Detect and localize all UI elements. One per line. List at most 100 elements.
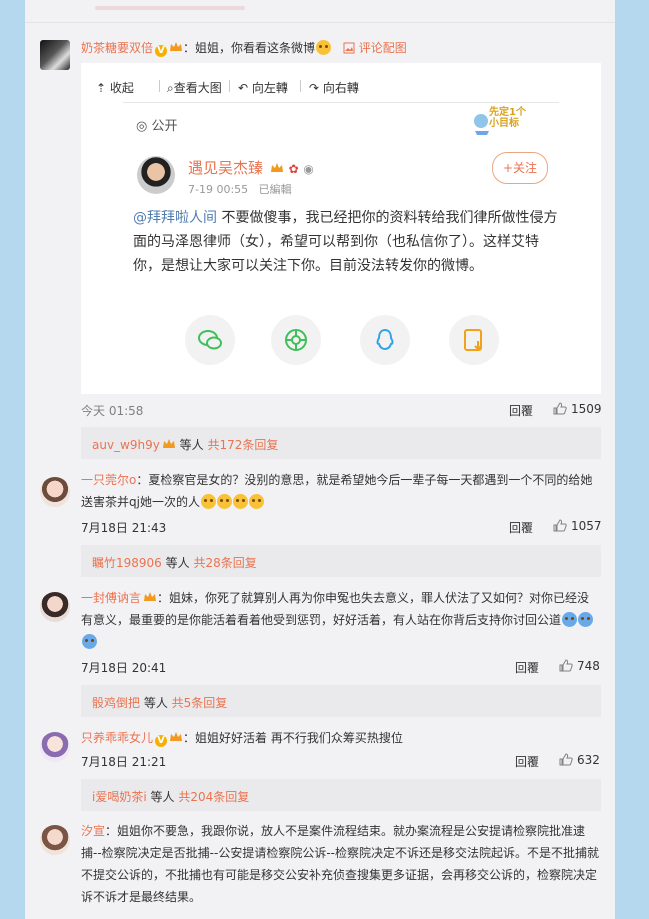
- username[interactable]: 汐宣: [81, 824, 105, 838]
- globe-icon: ◎: [136, 119, 148, 134]
- rotate-right-icon: ↷: [309, 81, 320, 95]
- save-image-button[interactable]: [449, 315, 499, 365]
- collapse-button[interactable]: ⇡ 收起: [96, 79, 134, 96]
- like-button[interactable]: 1509: [553, 402, 602, 416]
- like-count: 632: [577, 753, 600, 767]
- avatar[interactable]: [40, 592, 70, 622]
- follow-button[interactable]: +关注: [492, 152, 548, 184]
- like-button[interactable]: 632: [559, 753, 600, 767]
- username[interactable]: 奶茶糖要双倍: [81, 41, 153, 55]
- emoji-icon: [316, 40, 332, 55]
- crown-icon: [170, 42, 183, 51]
- sub-reply-user[interactable]: 瞩竹198906: [92, 556, 162, 570]
- comment-body: 只养乖乖女儿 V ：姐姐好好活着 再不行我们众筹买热搜位: [81, 727, 601, 749]
- like-count: 1057: [571, 519, 602, 533]
- badge-icon: ✿: [288, 162, 299, 176]
- reply-button[interactable]: 回覆: [509, 519, 533, 536]
- cry-emoji-icon: [200, 494, 216, 509]
- reply-count-link[interactable]: 共204条回复: [178, 790, 249, 804]
- like-button[interactable]: 748: [559, 659, 600, 673]
- avatar[interactable]: [40, 825, 70, 855]
- like-button[interactable]: 1057: [553, 519, 602, 533]
- comment-image-link[interactable]: 评论配图: [359, 41, 407, 55]
- hug-emoji-icon: [578, 612, 594, 627]
- sub-reply-user[interactable]: i爱喝奶茶i: [92, 790, 147, 804]
- thumb-up-icon: [553, 402, 567, 415]
- thumb-up-icon: [559, 659, 573, 672]
- username[interactable]: 只养乖乖女儿: [81, 731, 153, 745]
- qq-icon: [376, 328, 394, 351]
- crown-icon: [170, 732, 183, 741]
- comment-time: 7月18日 21:43: [81, 521, 167, 535]
- save-image-icon: [464, 329, 482, 351]
- sticker: 先定1个小目标: [473, 105, 533, 137]
- verified-icon: V: [155, 45, 168, 57]
- post-text: @拜拜啦人间 不要做傻事，我已经把你的资料转给我们律所做性侵方面的马泽恩律师（女…: [133, 210, 558, 274]
- username[interactable]: 一封傅讷言: [81, 591, 141, 605]
- image-icon: [343, 42, 355, 54]
- avatar[interactable]: [40, 40, 70, 70]
- reply-count-link[interactable]: 共5条回复: [172, 696, 228, 710]
- crown-icon: [270, 163, 283, 172]
- sub-replies[interactable]: 瞩竹198906 等人 共28条回复: [81, 545, 601, 577]
- top-edge: [25, 0, 615, 23]
- like-count: 1509: [571, 402, 602, 416]
- sub-reply-user[interactable]: auv_w9h9y: [92, 438, 160, 452]
- zoom-icon: ⌕: [167, 81, 174, 95]
- reply-count-link[interactable]: 共28条回复: [193, 556, 256, 570]
- crown-icon: [144, 592, 157, 601]
- like-count: 748: [577, 659, 600, 673]
- cry-emoji-icon: [248, 494, 264, 509]
- comment-time: 7月18日 21:21: [81, 755, 167, 769]
- reply-count-link[interactable]: 共172条回复: [208, 438, 279, 452]
- arrow-up-icon: ⇡: [96, 81, 107, 95]
- reply-button[interactable]: 回覆: [515, 753, 539, 770]
- sub-replies[interactable]: i爱喝奶茶i 等人 共204条回复: [81, 779, 601, 811]
- hug-emoji-icon: [562, 612, 578, 627]
- share-wechat-button[interactable]: [185, 315, 235, 365]
- post-author-avatar[interactable]: [137, 156, 175, 194]
- comment-text: ：姐姐，你看看这条微博: [183, 41, 316, 55]
- comment-body: 汐宣：姐姐你不要急，我跟你说，放人不是案件流程结束。就办案流程是公安提请检察院批…: [81, 820, 601, 908]
- reply-button[interactable]: 回覆: [515, 659, 539, 676]
- cry-emoji-icon: [232, 494, 248, 509]
- comment-text: ：夏检察官是女的？没别的意思，就是希望她今后一辈子每一天都遇到一个不同的给她送害…: [81, 473, 593, 509]
- thumb-up-icon: [553, 519, 567, 532]
- avatar[interactable]: [40, 477, 70, 507]
- crown-icon: [162, 439, 175, 448]
- comment-text: ：姐姐好好活着 再不行我们众筹买热搜位: [183, 731, 403, 745]
- post-author[interactable]: 遇见吴杰臻: [188, 159, 263, 177]
- thumb-up-icon: [559, 753, 573, 766]
- image-viewer: ⇡ 收起 ⌕查看大图 ↶ 向左轉 ↷ 向右轉 ◎ 公开 先定1个小目标 遇见吴杰…: [81, 63, 601, 394]
- sub-replies[interactable]: 骰鸡倒把 等人 共5条回复: [81, 685, 601, 717]
- rotate-right-button[interactable]: ↷ 向右轉: [309, 79, 359, 96]
- verified-icon: V: [155, 735, 168, 747]
- mention-link[interactable]: @拜拜啦人间: [133, 210, 217, 226]
- view-large-button[interactable]: ⌕查看大图: [167, 79, 222, 96]
- rotate-left-icon: ↶: [238, 81, 249, 95]
- post-meta: 7-19 00:55 已編輯: [188, 183, 292, 196]
- username[interactable]: 一只莞尔o: [81, 473, 136, 487]
- share-qq-button[interactable]: [360, 315, 410, 365]
- visibility-label: ◎ 公开: [136, 119, 178, 134]
- comment-body: 一只莞尔o：夏检察官是女的？没别的意思，就是希望她今后一辈子每一天都遇到一个不同…: [81, 469, 601, 513]
- comment-header: 奶茶糖要双倍 V ：姐姐，你看看这条微博 评论配图: [81, 39, 407, 57]
- comment-time: 今天 01:58: [81, 404, 144, 418]
- comment-text: ：姐妹，你死了就算别人再为你申冤也失去意义，罪人伏法了又如何？对你已经没有意义，…: [81, 591, 590, 627]
- moments-icon: [285, 329, 307, 351]
- sub-replies[interactable]: auv_w9h9y 等人 共172条回复: [81, 427, 601, 459]
- medal-icon: ◉: [303, 162, 314, 176]
- sub-reply-user[interactable]: 骰鸡倒把: [92, 696, 140, 710]
- share-moments-button[interactable]: [271, 315, 321, 365]
- hug-emoji-icon: [82, 634, 97, 649]
- comment-time: 7月18日 20:41: [81, 661, 167, 675]
- avatar[interactable]: [40, 732, 70, 762]
- cry-emoji-icon: [216, 494, 232, 509]
- post-author-line: 遇见吴杰臻 ✿ ◉: [188, 157, 314, 178]
- wechat-icon: [198, 330, 222, 350]
- rotate-left-button[interactable]: ↶ 向左轉: [238, 79, 288, 96]
- reply-button[interactable]: 回覆: [509, 402, 533, 419]
- comment-text: ：姐姐你不要急，我跟你说，放人不是案件流程结束。就办案流程是公安提请检察院批准逮…: [81, 824, 599, 904]
- comment-panel: 奶茶糖要双倍 V ：姐姐，你看看这条微博 评论配图 ⇡ 收起 ⌕查看大图 ↶ 向左轉…: [25, 0, 615, 919]
- comment-body: 一封傅讷言 ：姐妹，你死了就算别人再为你申冤也失去意义，罪人伏法了又如何？对你已经…: [81, 587, 601, 653]
